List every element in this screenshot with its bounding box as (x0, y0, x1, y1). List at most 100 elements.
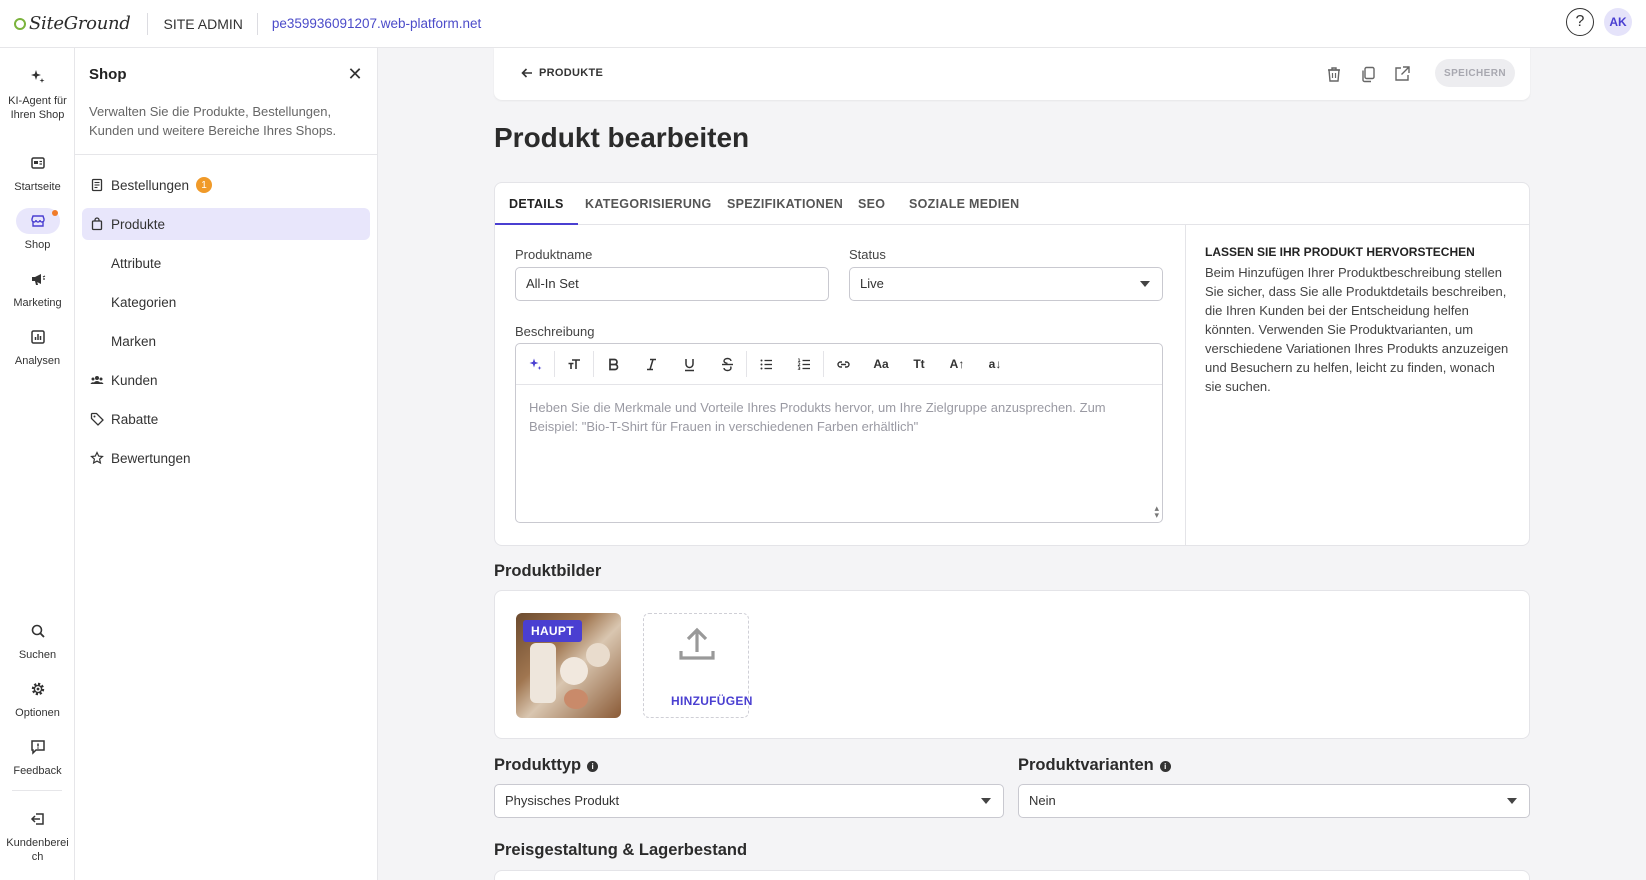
add-image-label: HINZUFÜGEN (671, 694, 753, 708)
product-name-input[interactable]: All-In Set (515, 267, 829, 301)
user-avatar[interactable]: AK (1604, 8, 1632, 36)
nav-item-products[interactable]: Produkte (82, 208, 370, 240)
image-detail (530, 643, 556, 703)
tip-body: Beim Hinzufügen Ihrer Produktbeschreibun… (1205, 265, 1509, 394)
notification-dot (51, 210, 58, 216)
divider (75, 154, 378, 155)
chevron-down-icon (1507, 798, 1517, 804)
trash-icon[interactable] (1325, 65, 1343, 83)
product-type-label: Produkttyp (494, 756, 582, 774)
product-variants-select[interactable]: Nein (1018, 784, 1530, 818)
external-link-icon[interactable] (1393, 65, 1411, 83)
nav-item-brands[interactable]: Marken (82, 325, 370, 357)
image-detail (560, 657, 588, 685)
duplicate-icon[interactable] (1359, 65, 1377, 83)
product-name-label: Produktname (515, 247, 593, 262)
rail-item-analytics[interactable]: Analysen (0, 324, 75, 368)
gear-icon (16, 676, 60, 702)
uppercase-icon[interactable]: A↑ (938, 349, 976, 379)
close-icon[interactable]: ✕ (347, 65, 363, 83)
back-label: PRODUKTE (539, 67, 604, 79)
nav-item-customers[interactable]: Kunden (82, 364, 370, 396)
chevron-down-icon (981, 798, 991, 804)
info-icon[interactable]: i (1159, 761, 1171, 772)
nav-item-orders[interactable]: Bestellungen 1 (82, 169, 370, 201)
nav-label: Attribute (111, 255, 162, 271)
nav-label: Bewertungen (111, 450, 191, 466)
product-type-select[interactable]: Physisches Produkt (494, 784, 1004, 818)
rail-label: Shop (24, 239, 51, 251)
main-rail: KI-Agent für Ihren Shop Startseite Shop … (0, 48, 75, 880)
rail-label: KI-Agent für Ihren Shop (8, 95, 67, 121)
orders-count-badge: 1 (196, 177, 213, 193)
tab-details[interactable]: DETAILS (495, 183, 578, 225)
nav-item-reviews[interactable]: Bewertungen (82, 442, 370, 474)
product-details-card: DETAILS KATEGORISIERUNG SPEZIFIKATIONEN … (494, 182, 1530, 546)
tab-seo[interactable]: SEO (858, 183, 885, 225)
nav-label: Rabatte (111, 411, 159, 427)
rail-label: Suchen (18, 649, 57, 661)
tab-social-media[interactable]: SOZIALE MEDIEN (909, 183, 1019, 225)
nav-label: Kunden (111, 372, 158, 388)
strikethrough-icon[interactable] (708, 349, 746, 379)
tab-specifications[interactable]: SPEZIFIKATIONEN (727, 183, 843, 225)
rail-item-customer-area[interactable]: Kundenbereich (0, 806, 75, 864)
bag-icon (90, 217, 104, 231)
product-image-thumbnail[interactable]: HAUPT (516, 613, 621, 718)
save-button[interactable]: SPEICHERN (1435, 59, 1515, 87)
rail-item-marketing[interactable]: Marketing (0, 266, 75, 310)
ai-sparkle-icon[interactable] (516, 349, 554, 379)
lowercase-icon[interactable]: a↓ (976, 349, 1014, 379)
home-icon (16, 150, 60, 176)
add-image-button[interactable]: HINZUFÜGEN (643, 613, 752, 718)
product-type-title: Produkttyp i (494, 756, 599, 775)
logo-text: SiteGround (29, 13, 131, 34)
image-detail (564, 689, 588, 709)
main-image-badge: HAUPT (523, 620, 582, 642)
bold-icon[interactable] (594, 349, 632, 379)
rail-label: Kundenbereich (6, 837, 69, 863)
nav-item-categories[interactable]: Kategorien (82, 286, 370, 318)
link-icon[interactable] (824, 349, 862, 379)
title-case-icon[interactable]: Tt (900, 349, 938, 379)
nav-label: Bestellungen (111, 177, 190, 193)
search-icon (16, 618, 60, 644)
site-domain-link[interactable]: pe359936091207.web-platform.net (272, 16, 481, 31)
status-select[interactable]: Live (849, 267, 1163, 301)
rail-item-search[interactable]: Suchen (0, 618, 75, 662)
panel-description: Verwalten Sie die Produkte, Bestellungen… (89, 104, 337, 138)
product-tabs: DETAILS KATEGORISIERUNG SPEZIFIKATIONEN … (495, 183, 1529, 225)
panel-title: Shop (89, 66, 127, 83)
numbered-list-icon[interactable]: 123 (785, 349, 823, 379)
font-case-icon[interactable]: Aa (862, 349, 900, 379)
underline-icon[interactable] (670, 349, 708, 379)
rail-item-feedback[interactable]: Feedback (0, 734, 75, 778)
back-to-products-link[interactable]: PRODUKTE (520, 66, 603, 80)
nav-label: Kategorien (111, 294, 177, 310)
help-button[interactable]: ? (1566, 8, 1594, 36)
text-size-icon[interactable] (555, 349, 593, 379)
rail-item-options[interactable]: Optionen (0, 676, 75, 720)
description-editor[interactable]: 123 Aa Tt A↑ a↓ Heben Sie die Merkmale u… (515, 343, 1163, 523)
tab-categorization[interactable]: KATEGORISIERUNG (585, 183, 712, 225)
rail-item-ai-agent[interactable]: KI-Agent für Ihren Shop (0, 64, 75, 122)
resize-handle-icon[interactable]: ▴ ▾ (1154, 504, 1159, 520)
product-variants-title: Produktvarianten i (1018, 756, 1171, 775)
image-detail (586, 643, 610, 667)
info-icon[interactable]: i (587, 761, 599, 772)
shop-panel: Shop ✕ Verwalten Sie die Produkte, Beste… (75, 48, 378, 880)
top-bar: SiteGround SITE ADMIN pe359936091207.web… (0, 0, 1646, 48)
rail-item-home[interactable]: Startseite (0, 150, 75, 194)
status-label: Status (849, 247, 886, 262)
upload-icon (679, 627, 715, 660)
siteground-logo[interactable]: SiteGround (14, 0, 131, 48)
nav-item-discounts[interactable]: Rabatte (82, 403, 370, 435)
logo-icon (14, 17, 26, 30)
nav-item-attributes[interactable]: Attribute (82, 247, 370, 279)
svg-text:3: 3 (797, 366, 800, 372)
rail-item-shop[interactable]: Shop (0, 208, 75, 252)
bullet-list-icon[interactable] (747, 349, 785, 379)
product-variants-value: Nein (1029, 793, 1056, 808)
italic-icon[interactable] (632, 349, 670, 379)
pricing-title: Preisgestaltung & Lagerbestand (494, 841, 748, 859)
